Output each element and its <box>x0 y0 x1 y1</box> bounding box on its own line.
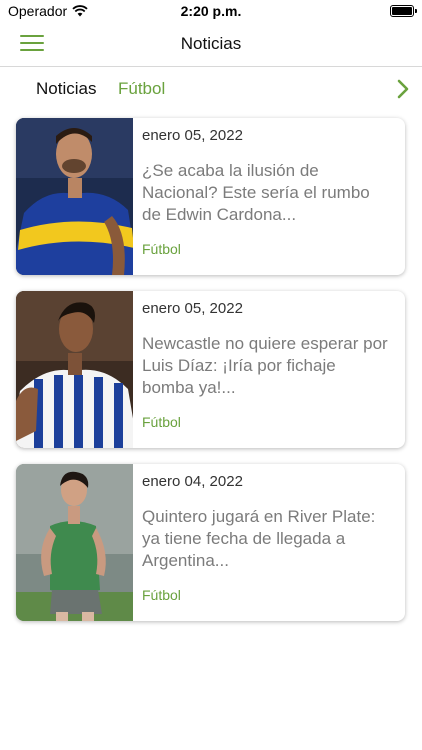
status-bar: Operador 2:20 p.m. <box>0 0 422 24</box>
news-date: enero 05, 2022 <box>142 300 243 317</box>
news-category: Fútbol <box>142 587 181 603</box>
news-list: enero 05, 2022 ¿Se acaba la ilusión de N… <box>16 118 405 637</box>
news-card[interactable]: enero 04, 2022 Quintero jugará en River … <box>16 464 405 621</box>
news-date: enero 04, 2022 <box>142 473 243 490</box>
news-thumbnail <box>16 291 133 448</box>
category-tabs: Noticias Fútbol <box>0 76 422 104</box>
news-date: enero 05, 2022 <box>142 127 243 144</box>
player-photo <box>16 464 133 621</box>
news-category: Fútbol <box>142 241 181 257</box>
news-title[interactable]: Newcastle no quiere esperar por Luis Día… <box>142 333 392 399</box>
news-card[interactable]: enero 05, 2022 ¿Se acaba la ilusión de N… <box>16 118 405 275</box>
news-card[interactable]: enero 05, 2022 Newcastle no quiere esper… <box>16 291 405 448</box>
tab-futbol[interactable]: Fútbol <box>118 79 165 99</box>
news-title[interactable]: ¿Se acaba la ilusión de Nacional? Este s… <box>142 160 392 226</box>
hamburger-menu-icon[interactable] <box>20 35 44 53</box>
page-title: Noticias <box>180 34 242 53</box>
player-photo <box>16 291 133 448</box>
news-thumbnail <box>16 118 133 275</box>
navigation-bar: Noticias <box>0 24 422 67</box>
player-photo <box>16 118 133 275</box>
news-thumbnail <box>16 464 133 621</box>
chevron-right-icon[interactable] <box>394 78 412 100</box>
battery-icon <box>390 5 417 17</box>
status-time: 2:20 p.m. <box>180 3 242 19</box>
news-category: Fútbol <box>142 414 181 430</box>
news-title[interactable]: Quintero jugará en River Plate: ya tiene… <box>142 506 392 572</box>
tab-noticias[interactable]: Noticias <box>36 79 96 99</box>
